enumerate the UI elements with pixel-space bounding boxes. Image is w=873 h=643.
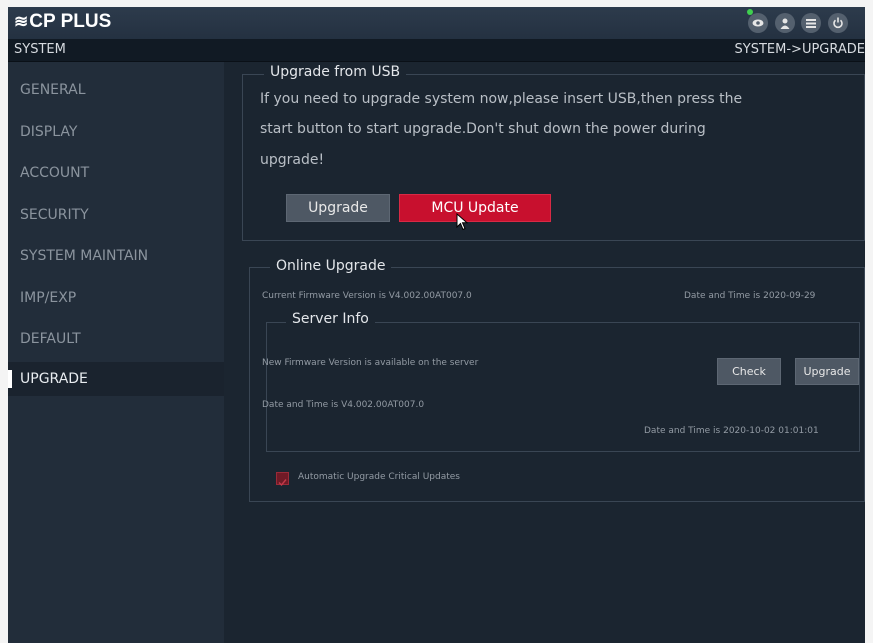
sidebar-item-security[interactable]: SECURITY: [8, 198, 224, 232]
mouse-cursor-icon: [456, 213, 469, 231]
current-firmware-text: Current Firmware Version is V4.002.00AT0…: [262, 291, 472, 301]
sidebar: GENERAL DISPLAY ACCOUNT SECURITY SYSTEM …: [8, 62, 224, 643]
sidebar-item-imp-exp[interactable]: IMP/EXP: [8, 281, 224, 315]
auto-upgrade-checkbox[interactable]: [276, 472, 289, 487]
logo-mark: ≋: [14, 12, 29, 31]
sub-header: SYSTEM SYSTEM->UPGRADE: [8, 39, 865, 62]
section-title: SYSTEM: [14, 42, 66, 57]
usb-instructions-line-3: upgrade!: [260, 152, 325, 168]
logo-text: CP PLUS: [29, 11, 112, 32]
usb-upgrade-title: Upgrade from USB: [264, 64, 407, 80]
auto-upgrade-label: Automatic Upgrade Critical Updates: [298, 472, 460, 482]
logo: ≋CP PLUS: [14, 11, 111, 33]
sidebar-item-default[interactable]: DEFAULT: [8, 322, 224, 356]
sidebar-item-system-maintain[interactable]: SYSTEM MAINTAIN: [8, 239, 224, 273]
current-date-text: Date and Time is 2020-09-29: [684, 291, 816, 301]
eye-icon[interactable]: [748, 13, 768, 33]
new-firmware-text: New Firmware Version is available on the…: [262, 358, 479, 368]
usb-instructions-line-1: If you need to upgrade system now,please…: [260, 91, 743, 107]
sidebar-item-upgrade[interactable]: UPGRADE: [8, 362, 224, 396]
online-upgrade-title: Online Upgrade: [270, 258, 392, 274]
check-button[interactable]: Check: [717, 358, 781, 385]
top-bar: ≋CP PLUS: [8, 7, 865, 39]
online-upgrade-button[interactable]: Upgrade: [795, 358, 859, 385]
sidebar-item-general[interactable]: GENERAL: [8, 73, 224, 107]
sidebar-item-account[interactable]: ACCOUNT: [8, 156, 224, 190]
server-info-title: Server Info: [286, 311, 375, 327]
breadcrumb: SYSTEM->UPGRADE: [734, 42, 865, 57]
server-version-text: Date and Time is V4.002.00AT007.0: [262, 400, 425, 410]
menu-icon[interactable]: [801, 13, 821, 33]
sidebar-item-display[interactable]: DISPLAY: [8, 115, 224, 149]
main-panel: Upgrade from USB If you need to upgrade …: [224, 62, 865, 643]
dvr-screen: ≋CP PLUS SYSTEM SYSTEM->UPGRADE GENERAL …: [8, 7, 865, 643]
power-icon[interactable]: [828, 13, 848, 33]
mcu-update-button[interactable]: MCU Update: [399, 194, 551, 222]
usb-upgrade-button[interactable]: Upgrade: [286, 194, 390, 222]
usb-instructions-line-2: start button to start upgrade.Don't shut…: [260, 121, 706, 137]
user-icon[interactable]: [775, 13, 795, 33]
server-date-text: Date and Time is 2020-10-02 01:01:01: [644, 426, 819, 436]
